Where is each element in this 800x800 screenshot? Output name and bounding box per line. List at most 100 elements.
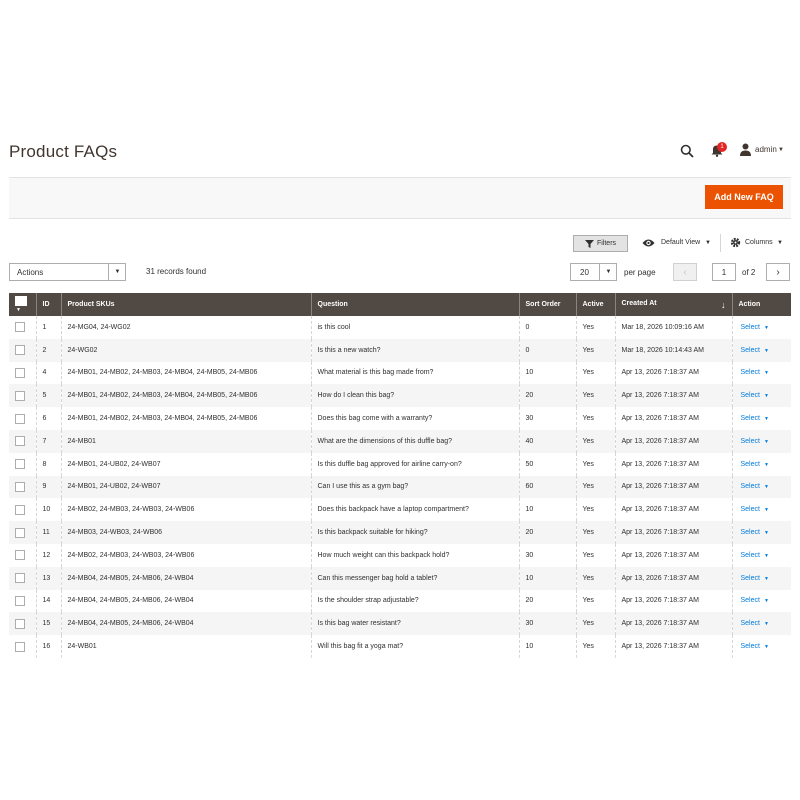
filters-button[interactable]: Filters [573,235,628,252]
row-checkbox[interactable] [15,527,25,538]
select-action-link[interactable]: Select [741,347,760,354]
chevron-down-icon[interactable]: ▼ [764,439,769,445]
cell-action[interactable]: Select ▼ [731,498,791,522]
eye-icon[interactable] [642,238,655,248]
select-all-checkbox[interactable] [15,296,27,306]
chevron-down-icon[interactable]: ▼ [764,598,769,604]
row-checkbox[interactable] [15,413,25,424]
chevron-down-icon[interactable]: ▼ [764,553,769,559]
chevron-down-icon[interactable]: ▼ [764,462,769,468]
row-checkbox-cell[interactable] [9,566,36,590]
chevron-down-icon[interactable]: ▼ [778,147,784,153]
select-all-header[interactable]: ▼ [9,293,36,316]
chevron-down-icon[interactable]: ▼ [764,507,769,513]
row-checkbox[interactable] [15,322,25,333]
chevron-down-icon[interactable]: ▼ [764,576,769,582]
row-checkbox[interactable] [15,459,25,470]
column-header-created-at[interactable]: Created At ↓ [614,293,732,316]
cell-action[interactable]: Select ▼ [731,316,791,339]
table-row[interactable]: 4 24-MB01, 24-MB02, 24-MB03, 24-MB04, 24-… [9,361,791,385]
columns-dropdown[interactable]: Columns [745,239,773,246]
row-checkbox-cell[interactable] [9,475,36,499]
select-action-link[interactable]: Select [741,369,760,376]
gear-icon[interactable] [730,237,741,248]
row-checkbox-cell[interactable] [9,316,36,339]
cell-action[interactable]: Select ▼ [731,429,791,453]
column-header-sort-order[interactable]: Sort Order [518,293,576,316]
table-row[interactable]: 13 24-MB04, 24-MB05, 24-MB06, 24-WB04 Can … [9,566,791,590]
select-action-link[interactable]: Select [741,529,760,536]
admin-user-menu[interactable]: admin [755,145,777,154]
select-action-link[interactable]: Select [741,575,760,582]
cell-action[interactable]: Select ▼ [731,566,791,590]
table-row[interactable]: 8 24-MB01, 24-UB02, 24-WB07 Is this duffle… [9,452,791,476]
chevron-down-icon[interactable]: ▼ [764,416,769,422]
row-checkbox-cell[interactable] [9,590,36,613]
row-checkbox[interactable] [15,618,25,629]
table-row[interactable]: 10 24-MB02, 24-MB03, 24-WB03, 24-WB06 Does… [9,498,791,522]
chevron-down-icon[interactable]: ▼ [764,393,769,399]
row-checkbox[interactable] [15,641,25,652]
chevron-down-icon[interactable]: ▼ [777,240,783,246]
select-action-link[interactable]: Select [741,392,760,399]
user-icon[interactable] [740,143,751,156]
table-row[interactable]: 5 24-MB01, 24-MB02, 24-MB03, 24-MB04, 24-… [9,384,791,408]
cell-action[interactable]: Select ▼ [731,452,791,476]
add-new-faq-button[interactable]: Add New FAQ [705,185,783,209]
row-checkbox[interactable] [15,436,25,447]
table-row[interactable]: 9 24-MB01, 24-UB02, 24-WB07 Can I use this… [9,475,791,499]
cell-action[interactable]: Select ▼ [731,407,791,430]
column-header-product-skus[interactable]: Product SKUs [60,293,311,316]
select-action-link[interactable]: Select [741,552,760,559]
row-checkbox[interactable] [15,345,25,356]
chevron-down-icon[interactable]: ▼ [764,348,769,354]
notification-badge[interactable]: 1 [717,142,727,152]
select-action-link[interactable]: Select [741,643,760,650]
chevron-down-icon[interactable]: ▼ [764,644,769,650]
row-checkbox-cell[interactable] [9,384,36,408]
search-icon[interactable] [680,144,694,158]
row-checkbox-cell[interactable] [9,612,36,636]
row-checkbox[interactable] [15,390,25,401]
row-checkbox[interactable] [15,367,25,378]
table-row[interactable]: 7 24-MB01 What are the dimensions of this … [9,429,791,453]
select-action-link[interactable]: Select [741,461,760,468]
table-row[interactable]: 6 24-MB01, 24-MB02, 24-MB03, 24-MB04, 24-… [9,407,791,430]
column-header-question[interactable]: Question [310,293,519,316]
table-row[interactable]: 2 24-WG02 Is this a new watch? 0 Yes Mar 18, … [9,338,791,362]
chevron-down-icon[interactable]: ▼ [764,370,769,376]
column-header-active[interactable]: Active [575,293,615,316]
select-action-link[interactable]: Select [741,597,760,604]
row-checkbox-cell[interactable] [9,544,36,567]
select-action-link[interactable]: Select [741,506,760,513]
default-view-dropdown[interactable]: Default View [661,239,700,246]
chevron-down-icon[interactable]: ▼ [705,240,711,246]
previous-page-button[interactable]: ‹ [673,263,697,281]
select-action-link[interactable]: Select [741,483,760,490]
row-checkbox-cell[interactable] [9,338,36,362]
chevron-down-icon[interactable]: ▼ [599,263,617,281]
select-action-link[interactable]: Select [741,324,760,331]
chevron-down-icon[interactable]: ▼ [764,621,769,627]
select-action-link[interactable]: Select [741,438,760,445]
row-checkbox[interactable] [15,550,25,561]
row-checkbox[interactable] [15,504,25,515]
row-checkbox-cell[interactable] [9,407,36,430]
row-checkbox-cell[interactable] [9,362,36,385]
table-row[interactable]: 12 24-MB02, 24-MB03, 24-WB03, 24-WB06 How … [9,543,791,567]
row-checkbox-cell[interactable] [9,429,36,453]
chevron-down-icon[interactable]: ▼ [764,484,769,490]
table-row[interactable]: 1 24-MG04, 24-WG02 is this cool 0 Yes Mar 18,… [9,316,791,339]
cell-action[interactable]: Select ▼ [731,543,791,567]
caret-down-icon[interactable]: ▼ [16,307,21,313]
chevron-down-icon[interactable]: ▼ [764,325,769,331]
cell-action[interactable]: Select ▼ [731,612,791,636]
table-row[interactable]: 14 24-MB04, 24-MB05, 24-MB06, 24-WB04 Is t… [9,589,791,613]
chevron-down-icon[interactable]: ▼ [764,530,769,536]
row-checkbox-cell[interactable] [9,453,36,476]
cell-action[interactable]: Select ▼ [731,589,791,613]
next-page-button[interactable]: › [766,263,790,281]
row-checkbox[interactable] [15,481,25,492]
table-row[interactable]: 11 24-MB03, 24-WB03, 24-WB06 Is this backp… [9,521,791,544]
cell-action[interactable]: Select ▼ [731,521,791,544]
